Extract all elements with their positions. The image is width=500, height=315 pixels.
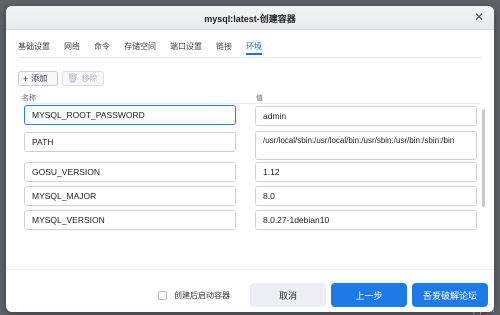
start-after-create-label: 创建后启动容器 (174, 291, 230, 300)
tab-storage[interactable]: 存储空间 (124, 39, 156, 55)
column-header-value: 值 (256, 95, 263, 102)
tab-links[interactable]: 链接 (216, 39, 232, 55)
table-scrollbar[interactable] (482, 109, 485, 207)
env-name-field-mysql-version[interactable]: MYSQL_VERSION (24, 210, 236, 230)
env-name-field-mysql-root-password[interactable]: MYSQL_ROOT_PASSWORD (24, 105, 236, 125)
column-header-name: 名称 (22, 95, 36, 102)
add-button-label: 添加 (31, 74, 48, 83)
close-icon[interactable]: ✕ (472, 10, 486, 24)
tab-basic-settings[interactable]: 基础设置 (18, 39, 50, 55)
env-value-field-mysql-version[interactable]: 8.0.27-1debian10 (255, 210, 477, 230)
env-value-field-gosu-version[interactable]: 1.12 (255, 162, 477, 182)
tab-port-settings[interactable]: 端口设置 (170, 39, 202, 55)
trash-icon: 🗑 (67, 73, 79, 83)
create-container-dialog: mysql:latest-创建容器 ✕ 基础设置 网络 命令 存储空间 端口设置… (6, 6, 494, 312)
previous-button[interactable]: 上一步 (331, 283, 407, 307)
dialog-titlebar: mysql:latest-创建容器 ✕ (6, 6, 494, 30)
start-after-create-checkbox[interactable] (158, 291, 167, 300)
tab-network[interactable]: 网络 (64, 39, 80, 55)
env-name-field-gosu-version[interactable]: GOSU_VERSION (24, 162, 236, 182)
tab-environment[interactable]: 环境 (246, 39, 262, 55)
next-button[interactable]: 吾爱破解论坛 (412, 283, 488, 307)
env-name-field-mysql-major[interactable]: MYSQL_MAJOR (24, 186, 236, 206)
add-button[interactable]: + 添加 (18, 71, 58, 86)
tab-bar: 基础设置 网络 命令 存储空间 端口设置 链接 环境 (18, 39, 276, 57)
cancel-button[interactable]: 取消 (250, 283, 326, 307)
footer-divider (6, 269, 494, 270)
env-name-field-path[interactable]: PATH (24, 132, 236, 152)
delete-button-label: 移除 (81, 74, 98, 83)
watermark-url: www.52pojie.cn (452, 308, 494, 314)
header-divider (28, 103, 480, 104)
tab-command[interactable]: 命令 (94, 39, 110, 55)
tabs-divider (18, 57, 482, 58)
env-value-field-mysql-major[interactable]: 8.0 (255, 186, 477, 206)
plus-icon: + (23, 73, 29, 84)
dialog-title: mysql:latest-创建容器 (204, 14, 296, 24)
env-value-field-mysql-root-password[interactable]: admin (255, 106, 477, 126)
env-value-field-path[interactable]: /usr/local/sbin:/usr/local/bin:/usr/sbin… (255, 131, 477, 160)
delete-button[interactable]: 🗑 移除 (62, 71, 104, 86)
